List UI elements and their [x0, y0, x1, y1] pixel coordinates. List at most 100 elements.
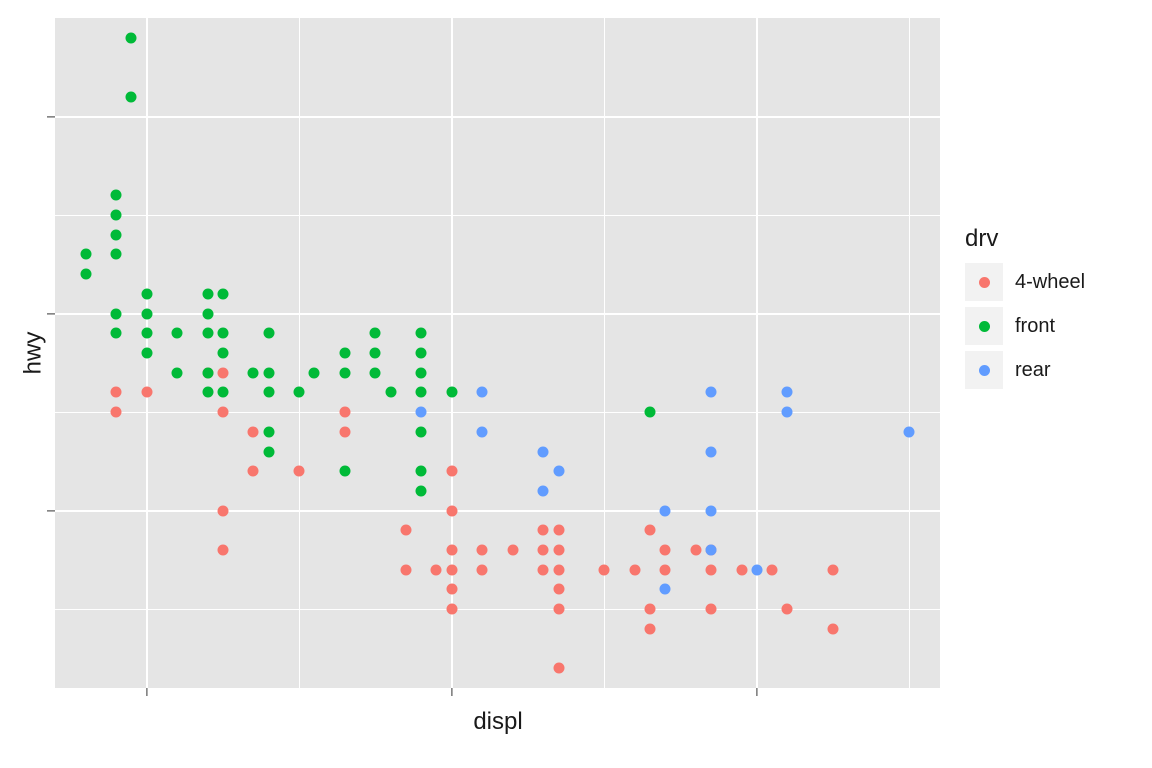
data-point [217, 288, 228, 299]
data-point [660, 584, 671, 595]
data-point [706, 564, 717, 575]
data-point [446, 545, 457, 556]
data-point [370, 348, 381, 359]
data-point [248, 426, 259, 437]
data-point [782, 407, 793, 418]
data-point [446, 584, 457, 595]
data-point [263, 328, 274, 339]
y-tick [47, 510, 55, 511]
grid-h-major [55, 116, 940, 118]
data-point [217, 387, 228, 398]
data-point [263, 387, 274, 398]
data-point [339, 466, 350, 477]
x-tick [146, 688, 147, 696]
data-point [111, 190, 122, 201]
data-point [339, 367, 350, 378]
data-point [309, 367, 320, 378]
data-point [538, 525, 549, 536]
data-point [782, 604, 793, 615]
data-point [80, 249, 91, 260]
data-point [141, 348, 152, 359]
data-point [446, 604, 457, 615]
data-point [294, 466, 305, 477]
data-point [217, 407, 228, 418]
data-point [339, 348, 350, 359]
data-point [202, 328, 213, 339]
legend-item: 4-wheel [965, 263, 1085, 301]
data-point [416, 466, 427, 477]
data-point [706, 387, 717, 398]
data-point [767, 564, 778, 575]
data-point [446, 466, 457, 477]
data-point [477, 426, 488, 437]
data-point [202, 288, 213, 299]
data-point [126, 32, 137, 43]
legend-key [965, 307, 1003, 345]
data-point [538, 564, 549, 575]
legend-label: rear [1015, 359, 1051, 382]
x-tick [451, 688, 452, 696]
data-point [111, 387, 122, 398]
data-point [400, 525, 411, 536]
x-tick [756, 688, 757, 696]
legend-item: rear [965, 351, 1085, 389]
data-point [111, 407, 122, 418]
data-point [339, 407, 350, 418]
data-point [339, 426, 350, 437]
data-point [782, 387, 793, 398]
x-axis-label: displ [473, 708, 522, 736]
grid-h-minor [55, 215, 940, 216]
data-point [141, 328, 152, 339]
legend-key [965, 351, 1003, 389]
data-point [446, 564, 457, 575]
data-point [416, 485, 427, 496]
data-point [538, 485, 549, 496]
data-point [599, 564, 610, 575]
data-point [416, 426, 427, 437]
data-point [706, 505, 717, 516]
data-point [172, 328, 183, 339]
data-point [477, 387, 488, 398]
data-point [645, 525, 656, 536]
data-point [202, 387, 213, 398]
data-point [477, 545, 488, 556]
data-point [538, 446, 549, 457]
data-point [400, 564, 411, 575]
legend-dot-icon [979, 321, 990, 332]
data-point [416, 407, 427, 418]
data-point [904, 426, 915, 437]
data-point [706, 446, 717, 457]
data-point [828, 623, 839, 634]
data-point [263, 426, 274, 437]
data-point [645, 407, 656, 418]
data-point [370, 367, 381, 378]
grid-h-major [55, 313, 940, 315]
legend-key [965, 263, 1003, 301]
data-point [416, 328, 427, 339]
data-point [111, 249, 122, 260]
data-point [629, 564, 640, 575]
data-point [645, 623, 656, 634]
y-axis-label: hwy [19, 332, 47, 375]
data-point [294, 387, 305, 398]
data-point [263, 367, 274, 378]
data-point [141, 288, 152, 299]
data-point [263, 446, 274, 457]
grid-h-minor [55, 609, 940, 610]
data-point [553, 466, 564, 477]
legend-title: drv [965, 225, 1085, 253]
data-point [111, 229, 122, 240]
data-point [507, 545, 518, 556]
data-point [416, 387, 427, 398]
data-point [446, 387, 457, 398]
data-point [446, 505, 457, 516]
data-point [416, 367, 427, 378]
data-point [553, 584, 564, 595]
data-point [538, 545, 549, 556]
grid-v-minor [299, 18, 300, 688]
data-point [690, 545, 701, 556]
data-point [248, 367, 259, 378]
data-point [751, 564, 762, 575]
data-point [431, 564, 442, 575]
data-point [141, 387, 152, 398]
